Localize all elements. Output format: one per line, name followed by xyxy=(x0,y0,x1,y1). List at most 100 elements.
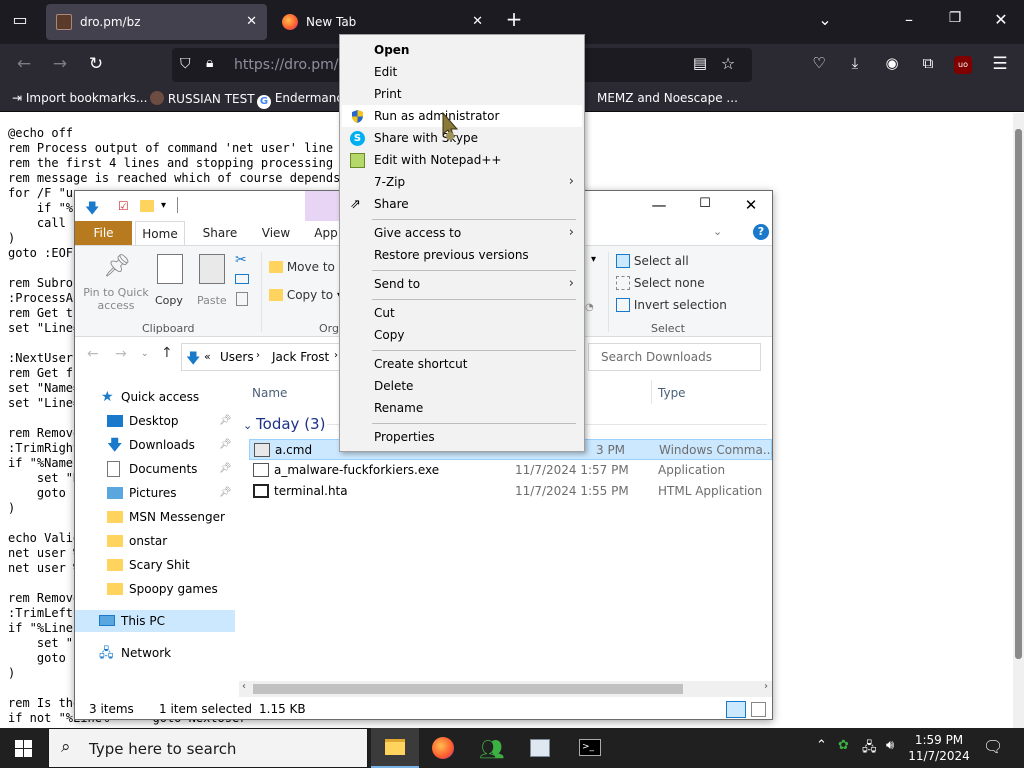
pin-quick-access-button[interactable]: 📌︎ Pin to Quick access xyxy=(83,252,149,316)
address-box[interactable]: 🡇 « Users › Jack Frost › xyxy=(181,343,341,371)
invert-selection-button[interactable]: Invert selection xyxy=(616,298,727,312)
qat-dropdown-icon[interactable]: ▾ xyxy=(161,200,166,211)
horizontal-scrollbar-thumb[interactable] xyxy=(253,684,683,694)
tab-app[interactable]: App xyxy=(311,221,341,245)
menu-item-create-shortcut[interactable]: Create shortcut xyxy=(342,353,582,375)
bookmark-memz[interactable]: MEMZ and Noescape ... xyxy=(597,91,738,105)
minimize-icon[interactable]: – xyxy=(897,10,921,29)
menu-item-give-access-to[interactable]: Give access to › xyxy=(342,222,582,244)
back-arrow-icon[interactable]: ← xyxy=(12,54,36,74)
menu-item-delete[interactable]: Delete xyxy=(342,375,582,397)
ublock-icon[interactable]: uo xyxy=(954,56,972,74)
nav-scary-shit[interactable]: Scary Shit xyxy=(75,554,235,576)
tab-file[interactable]: File xyxy=(75,221,132,245)
close-tab-icon[interactable]: ✕ xyxy=(246,14,257,29)
menu-item-copy[interactable]: Copy xyxy=(342,324,582,346)
page-scrollbar-thumb[interactable] xyxy=(1015,129,1022,659)
taskbar-search-input[interactable]: ⌕ Type here to search xyxy=(48,728,368,768)
lock-icon[interactable]: 🔒︎ xyxy=(206,55,213,71)
forward-arrow-icon[interactable]: → xyxy=(115,346,127,362)
nav-network[interactable]: 🖧 Network xyxy=(75,642,235,664)
scroll-right-icon[interactable]: › xyxy=(764,681,768,692)
column-header-name[interactable]: Name xyxy=(252,386,287,400)
up-arrow-icon[interactable]: ↑ xyxy=(161,345,173,361)
menu-icon[interactable]: ☰ xyxy=(988,54,1012,74)
bookmark-endermanch[interactable]: G Endermanch xyxy=(257,91,351,109)
menu-item-open[interactable]: Open xyxy=(342,39,582,61)
tab-list-icon[interactable]: ▭ xyxy=(8,10,32,29)
taskbar-msn[interactable]: 👥︎ xyxy=(467,728,515,768)
column-divider[interactable] xyxy=(651,380,652,404)
close-tab-icon[interactable]: ✕ xyxy=(472,14,483,29)
recent-locations-icon[interactable]: ⌄ xyxy=(141,349,149,359)
tab-home[interactable]: Home xyxy=(135,221,185,245)
menu-item-rename[interactable]: Rename xyxy=(342,397,582,419)
select-none-button[interactable]: Select none xyxy=(616,276,705,290)
horizontal-scrollbar[interactable]: ‹ › xyxy=(239,681,772,697)
ribbon-expand-icon[interactable]: ⌄ xyxy=(713,225,722,238)
pocket-icon[interactable]: ♡ xyxy=(807,54,831,72)
clock[interactable]: 1:59 PM 11/7/2024 xyxy=(908,732,970,764)
large-icons-view-icon[interactable] xyxy=(751,702,766,717)
select-all-button[interactable]: Select all xyxy=(616,254,689,268)
bookmark-import[interactable]: ⇥ Import bookmarks... xyxy=(12,91,147,105)
cut-icon[interactable]: ✂ xyxy=(235,252,247,268)
forward-arrow-icon[interactable]: → xyxy=(48,54,72,74)
account-icon[interactable]: ◉ xyxy=(880,54,904,72)
nav-quick-access[interactable]: ★ Quick access xyxy=(75,386,235,408)
tray-msn-icon[interactable]: ✿ xyxy=(838,738,849,753)
extensions-icon[interactable]: ⧉ xyxy=(916,54,940,72)
nav-onstar[interactable]: onstar xyxy=(75,530,235,552)
downloads-icon[interactable]: ⤓ xyxy=(843,54,867,72)
notifications-icon[interactable]: 🗨︎ xyxy=(983,737,1003,756)
nav-desktop[interactable]: Desktop 📌︎ xyxy=(75,410,235,432)
nav-documents[interactable]: Documents 📌︎ xyxy=(75,458,235,480)
tray-chevron-icon[interactable]: ⌃ xyxy=(816,738,827,753)
bookmark-star-icon[interactable]: ☆ xyxy=(716,54,740,73)
start-button[interactable] xyxy=(0,728,48,768)
copy-button[interactable]: Copy xyxy=(155,252,185,316)
reader-view-icon[interactable]: ▤ xyxy=(688,54,712,72)
open-dropdown-icon[interactable]: ▾ xyxy=(591,254,596,265)
taskbar-firefox[interactable] xyxy=(419,728,467,768)
new-folder-icon[interactable] xyxy=(140,200,154,212)
menu-item-7zip[interactable]: 7-Zip › xyxy=(342,171,582,193)
paste-shortcut-icon[interactable] xyxy=(236,292,248,306)
shield-icon[interactable]: ⛉ xyxy=(180,56,191,72)
nav-downloads[interactable]: 🡇 Downloads 📌︎ xyxy=(75,434,235,456)
column-header-type[interactable]: Type xyxy=(658,386,686,400)
nav-this-pc[interactable]: This PC xyxy=(75,610,235,632)
paste-button[interactable]: Paste xyxy=(195,252,229,316)
minimize-icon[interactable]: — xyxy=(636,196,682,214)
bookmark-russian-test[interactable]: RUSSIAN TEST xyxy=(150,91,255,106)
back-arrow-icon[interactable]: ← xyxy=(87,346,99,362)
group-header-today[interactable]: ⌄ Today (3) xyxy=(243,415,325,433)
tab-share[interactable]: Share xyxy=(195,221,245,245)
properties-icon[interactable]: ☑ xyxy=(118,199,129,213)
details-view-icon[interactable] xyxy=(726,701,746,718)
copy-path-icon[interactable] xyxy=(235,274,249,284)
menu-item-cut[interactable]: Cut xyxy=(342,302,582,324)
file-row-malware-exe[interactable]: a_malware-fuckforkiers.exe 11/7/2024 1:5… xyxy=(249,460,772,481)
network-icon[interactable]: 🖧 xyxy=(862,738,877,760)
breadcrumb-users[interactable]: Users xyxy=(220,350,254,364)
menu-item-send-to[interactable]: Send to › xyxy=(342,273,582,295)
history-icon[interactable]: ◔ xyxy=(585,302,594,313)
close-window-icon[interactable]: ✕ xyxy=(728,196,772,214)
nav-msn-messenger[interactable]: MSN Messenger xyxy=(75,506,235,528)
tab-dro-pm[interactable]: dro.pm/bz ✕ xyxy=(46,4,267,40)
page-scrollbar[interactable] xyxy=(1013,113,1024,728)
taskbar-command-prompt[interactable]: >_ xyxy=(565,728,613,768)
help-icon[interactable]: ? xyxy=(753,224,769,240)
menu-item-edit-with-notepadpp[interactable]: Edit with Notepad++ xyxy=(342,149,582,171)
copy-to-button[interactable]: Copy to ▾ xyxy=(269,288,343,302)
reload-icon[interactable]: ↻ xyxy=(84,54,108,74)
menu-item-share-with-skype[interactable]: S Share with Skype xyxy=(342,127,582,149)
breadcrumb-overflow-icon[interactable]: « xyxy=(204,350,211,363)
nav-spoopy-games[interactable]: Spoopy games xyxy=(75,578,235,600)
file-row-terminal-hta[interactable]: terminal.hta 11/7/2024 1:55 PM HTML Appl… xyxy=(249,481,772,502)
close-window-icon[interactable]: ✕ xyxy=(989,10,1013,29)
taskbar-app-window[interactable] xyxy=(515,728,563,768)
tab-view[interactable]: View xyxy=(251,221,301,245)
menu-item-run-as-administrator[interactable]: Run as administrator xyxy=(342,105,582,127)
